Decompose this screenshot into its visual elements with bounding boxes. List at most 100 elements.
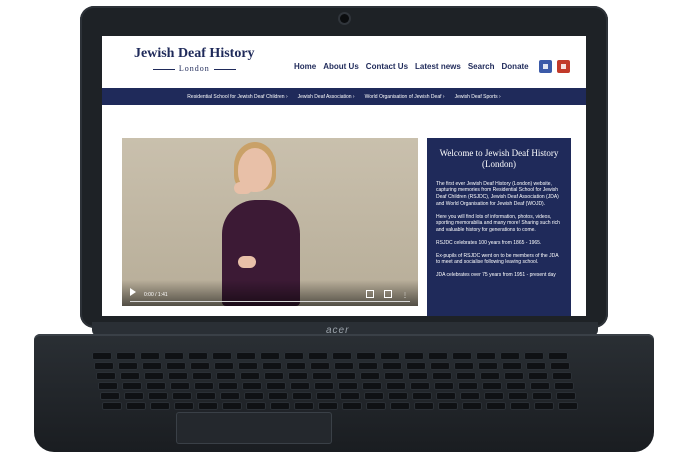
- logo-subtitle: London: [134, 64, 255, 73]
- welcome-paragraph: The first ever Jewish Deaf History (Lond…: [436, 180, 559, 207]
- keyboard-key: [434, 382, 454, 390]
- facebook-icon[interactable]: [539, 60, 552, 73]
- keyboard-key: [142, 362, 162, 370]
- logo-title: Jewish Deaf History: [134, 46, 255, 61]
- keyboard-key: [556, 392, 576, 400]
- laptop: Jewish Deaf History London Home About Us…: [0, 0, 689, 467]
- keyboard-key: [340, 392, 360, 400]
- keyboard-key: [124, 392, 144, 400]
- play-icon[interactable]: [130, 288, 136, 296]
- keyboard-key: [558, 402, 578, 410]
- keyboard-key: [366, 402, 386, 410]
- keyboard-key: [390, 402, 410, 410]
- keyboard-key: [526, 362, 546, 370]
- keyboard-key: [264, 372, 284, 380]
- keyboard-key: [94, 362, 114, 370]
- keyboard-key: [194, 382, 214, 390]
- keyboard-key: [238, 362, 258, 370]
- laptop-screen: Jewish Deaf History London Home About Us…: [102, 36, 586, 316]
- keyboard-key: [432, 372, 452, 380]
- subnav-sports[interactable]: Jewish Deaf Sports ›: [455, 94, 501, 100]
- keyboard-key: [404, 352, 424, 360]
- laptop-keyboard: [92, 352, 592, 414]
- keyboard-key: [290, 382, 310, 390]
- keyboard-key: [164, 352, 184, 360]
- keyboard-key: [408, 372, 428, 380]
- signer-hand: [234, 182, 252, 194]
- nav-contact-us[interactable]: Contact Us: [366, 62, 408, 71]
- fullscreen-icon[interactable]: [384, 290, 392, 298]
- keyboard-key: [502, 362, 522, 370]
- keyboard-key: [316, 392, 336, 400]
- keyboard-key: [384, 372, 404, 380]
- nav-home[interactable]: Home: [294, 62, 316, 71]
- keyboard-key: [452, 352, 472, 360]
- keyboard-key: [338, 382, 358, 390]
- keyboard-key: [414, 402, 434, 410]
- keyboard-key: [456, 372, 476, 380]
- keyboard-key: [528, 372, 548, 380]
- subnav-rsjdc[interactable]: Residential School for Jewish Deaf Child…: [187, 94, 287, 100]
- nav-latest-news[interactable]: Latest news: [415, 62, 461, 71]
- keyboard-key: [190, 362, 210, 370]
- signer-hand: [238, 256, 256, 268]
- keyboard-key: [438, 402, 458, 410]
- video-progress-bar[interactable]: [130, 301, 410, 302]
- keyboard-key: [454, 362, 474, 370]
- keyboard-key: [150, 402, 170, 410]
- nav-about-us[interactable]: About Us: [323, 62, 359, 71]
- keyboard-key: [362, 382, 382, 390]
- keyboard-key: [334, 362, 354, 370]
- keyboard-key: [462, 402, 482, 410]
- keyboard-key: [188, 352, 208, 360]
- keyboard-key: [148, 392, 168, 400]
- nav-donate[interactable]: Donate: [502, 62, 529, 71]
- welcome-title: Welcome to Jewish Deaf History (London): [439, 148, 559, 170]
- keyboard-key: [318, 402, 338, 410]
- keyboard-key: [458, 382, 478, 390]
- keyboard-key: [484, 392, 504, 400]
- keyboard-key: [102, 402, 122, 410]
- keyboard-key: [308, 352, 328, 360]
- volume-icon[interactable]: [366, 290, 374, 298]
- keyboard-key: [146, 382, 166, 390]
- welcome-paragraph: RSJDC celebrates 100 years from 1865 - 1…: [436, 239, 542, 246]
- laptop-touchpad: [176, 412, 332, 444]
- keyboard-key: [174, 402, 194, 410]
- keyboard-key: [140, 352, 160, 360]
- keyboard-key: [294, 402, 314, 410]
- keyboard-key: [268, 392, 288, 400]
- keyboard-key: [388, 392, 408, 400]
- keyboard-key: [506, 382, 526, 390]
- keyboard-key: [530, 382, 550, 390]
- keyboard-key: [382, 362, 402, 370]
- sub-nav: Residential School for Jewish Deaf Child…: [102, 88, 586, 105]
- keyboard-key: [364, 392, 384, 400]
- keyboard-key: [356, 352, 376, 360]
- keyboard-key: [196, 392, 216, 400]
- keyboard-key: [222, 402, 242, 410]
- keyboard-key: [342, 402, 362, 410]
- keyboard-key: [172, 392, 192, 400]
- welcome-paragraph: Ex-pupils of RSJDC went on to be members…: [436, 252, 559, 266]
- keyboard-key: [198, 402, 218, 410]
- keyboard-key: [410, 382, 430, 390]
- keyboard-key: [482, 382, 502, 390]
- keyboard-key: [236, 352, 256, 360]
- keyboard-key: [120, 372, 140, 380]
- keyboard-key: [170, 382, 190, 390]
- keyboard-key: [412, 392, 432, 400]
- keyboard-key: [192, 372, 212, 380]
- video-player[interactable]: 0:00 / 1:41 ⋮: [122, 138, 418, 306]
- keyboard-key: [380, 352, 400, 360]
- youtube-icon[interactable]: [557, 60, 570, 73]
- subnav-jda[interactable]: Jewish Deaf Association ›: [298, 94, 355, 100]
- welcome-panel: Welcome to Jewish Deaf History (London) …: [427, 138, 571, 316]
- keyboard-key: [292, 392, 312, 400]
- subnav-wojd[interactable]: World Organisation of Jewish Deaf ›: [365, 94, 445, 100]
- site-logo[interactable]: Jewish Deaf History London: [134, 46, 255, 73]
- keyboard-key: [116, 352, 136, 360]
- keyboard-key: [480, 372, 500, 380]
- nav-search[interactable]: Search: [468, 62, 495, 71]
- more-options-icon[interactable]: ⋮: [402, 292, 408, 299]
